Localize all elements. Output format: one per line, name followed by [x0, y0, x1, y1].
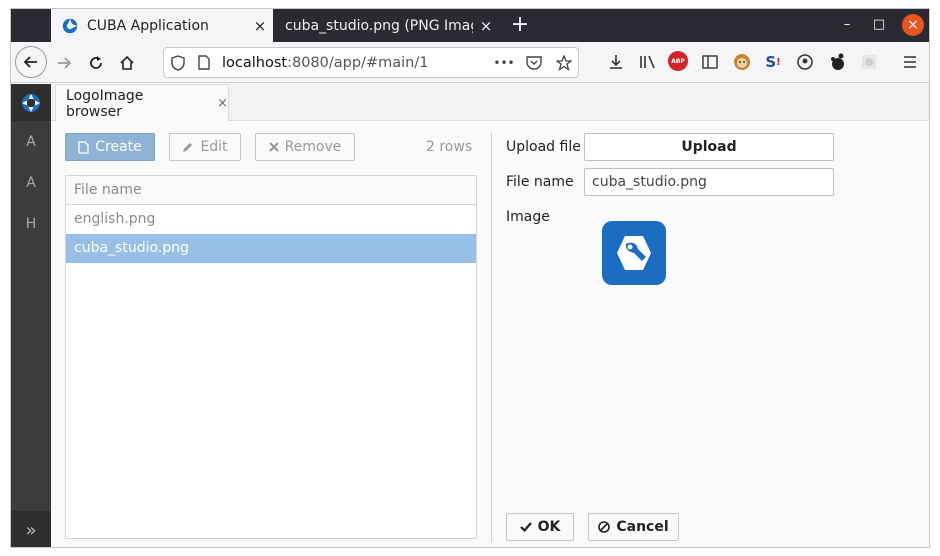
tab-cuba-application[interactable]: CUBA Application ×: [51, 9, 273, 42]
ok-label: OK: [537, 519, 561, 535]
pencil-icon: [183, 143, 193, 152]
tab-close-icon[interactable]: ×: [473, 17, 499, 35]
url-host: localhost: [222, 54, 288, 71]
account-icon[interactable]: [794, 51, 816, 73]
cancel-button[interactable]: Cancel: [588, 513, 679, 541]
upload-file-label: Upload file: [506, 139, 581, 155]
tab-strip: CUBA Application × cuba_studio.png (PNG …: [11, 9, 929, 42]
cancel-label: Cancel: [616, 519, 669, 535]
ok-button[interactable]: OK: [506, 513, 574, 541]
main-content: Create Edit Remove 2 rows File name engl…: [51, 122, 929, 547]
tab-strip-lead: [11, 9, 51, 42]
remove-label: Remove: [284, 139, 342, 155]
cuba-logo-icon[interactable]: [11, 84, 51, 121]
reload-button[interactable]: [81, 48, 111, 78]
adblock-icon[interactable]: ABP: [668, 51, 688, 71]
remove-icon: [268, 142, 279, 152]
sidebar-collapse-button[interactable]: »: [11, 511, 51, 547]
file-name-field[interactable]: cuba_studio.png: [584, 168, 834, 196]
table-row[interactable]: cuba_studio.png: [66, 234, 476, 263]
upload-button[interactable]: Upload: [584, 133, 834, 161]
hamburger-menu-icon[interactable]: [899, 51, 921, 73]
home-button[interactable]: [112, 48, 142, 78]
arrow-right-icon: [58, 57, 72, 69]
tab-label: LogoImage browser: [66, 87, 144, 120]
forward-button[interactable]: [49, 48, 79, 78]
row-count: 2 rows: [426, 139, 473, 155]
image-label: Image: [506, 209, 550, 225]
panel-divider: [491, 132, 492, 542]
page-icon[interactable]: [192, 51, 216, 75]
extension-monkey-icon[interactable]: [731, 51, 753, 73]
browser-window: CUBA Application × cuba_studio.png (PNG …: [10, 8, 930, 548]
bookmark-star-icon[interactable]: [550, 51, 578, 75]
pocket-icon[interactable]: [520, 51, 548, 75]
navigation-bar: localhost:8080/app/#main/1 ••• ABP S!: [11, 42, 929, 83]
column-header-file-name[interactable]: File name: [66, 176, 476, 205]
wrench-icon: [617, 236, 651, 270]
new-tab-button[interactable]: +: [507, 11, 533, 39]
close-window-button[interactable]: ×: [902, 14, 924, 36]
extension-s-icon[interactable]: S!: [762, 51, 784, 73]
file-name-label: File name: [506, 174, 574, 190]
minimize-button[interactable]: –: [836, 14, 858, 36]
more-actions-icon[interactable]: •••: [490, 51, 518, 75]
sidebar-item-h[interactable]: H: [11, 203, 51, 244]
tab-close-icon[interactable]: ×: [247, 17, 273, 35]
library-icon[interactable]: [637, 51, 659, 73]
tab-label: CUBA Application: [87, 17, 209, 34]
create-label: Create: [95, 139, 142, 155]
ban-icon: [598, 521, 611, 533]
edit-button[interactable]: Edit: [169, 133, 241, 161]
back-button[interactable]: [15, 46, 47, 78]
download-icon[interactable]: [605, 51, 627, 73]
document-icon: [78, 140, 89, 154]
app-tab-bar: LogoImage browser ×: [51, 84, 929, 122]
shield-icon[interactable]: [166, 51, 190, 75]
file-table: File name english.png cuba_studio.png: [65, 175, 477, 539]
sidebar-toggle-icon[interactable]: [699, 51, 721, 73]
url-path: :8080/app/#main/1: [287, 54, 429, 71]
create-button[interactable]: Create: [65, 133, 155, 161]
check-icon: [519, 522, 532, 532]
app-sidebar: A A H »: [11, 84, 51, 547]
tab-label: cuba_studio.png (PNG Imag: [285, 17, 473, 34]
arrow-left-icon: [23, 56, 37, 68]
tab-logoimage-browser[interactable]: LogoImage browser ×: [55, 84, 229, 122]
tab-close-icon[interactable]: ×: [217, 96, 228, 111]
gnome-extension-icon[interactable]: [826, 51, 848, 73]
sidebar-item-a1[interactable]: A: [11, 121, 51, 162]
edit-label: Edit: [200, 139, 228, 155]
cuba-studio-image: [602, 221, 666, 285]
address-bar[interactable]: localhost:8080/app/#main/1 •••: [163, 47, 579, 78]
remove-button[interactable]: Remove: [255, 133, 355, 161]
url-text[interactable]: localhost:8080/app/#main/1: [222, 55, 488, 71]
cuba-favicon-icon: [62, 18, 78, 33]
home-icon: [120, 55, 134, 70]
tab-cuba-studio-png[interactable]: cuba_studio.png (PNG Imag ×: [273, 9, 499, 42]
maximize-button[interactable]: □: [868, 14, 890, 36]
reload-icon: [90, 56, 102, 69]
sidebar-item-a2[interactable]: A: [11, 162, 51, 203]
table-row[interactable]: english.png: [66, 205, 476, 234]
extension-grey-icon[interactable]: [858, 51, 880, 73]
